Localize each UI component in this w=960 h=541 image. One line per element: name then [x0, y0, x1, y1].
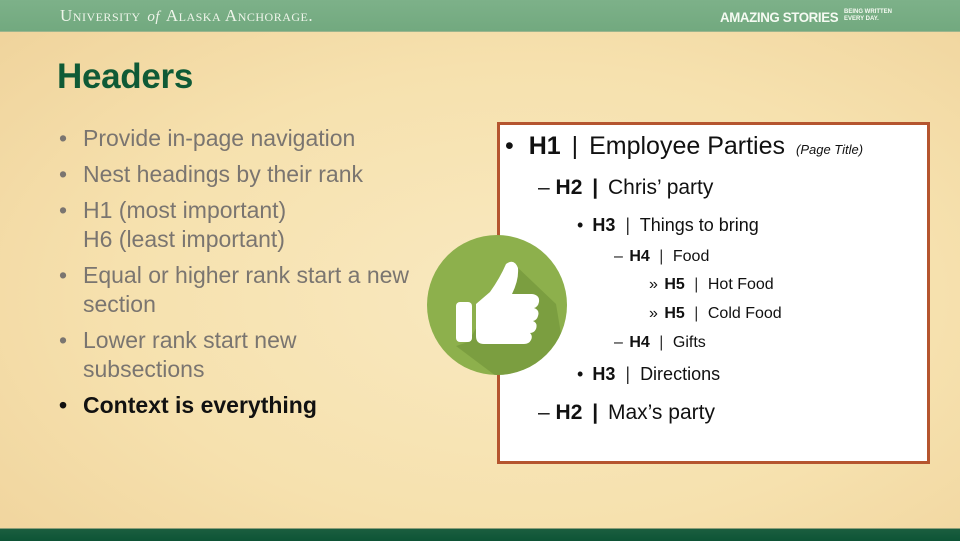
outline-level: H2 — [555, 176, 583, 199]
outline-h2: – H2 | Max’s party — [538, 401, 715, 425]
logo-university: University — [60, 6, 141, 25]
bullet-item: Lower rank start new subsections — [57, 326, 373, 384]
outline-separator: | — [659, 248, 664, 265]
outline-separator: | — [694, 276, 699, 293]
outline-separator: | — [659, 334, 664, 351]
outline-marker: – — [614, 248, 623, 265]
outline-separator: | — [592, 401, 599, 424]
outline-text: Hot Food — [707, 276, 774, 293]
outline-separator: | — [571, 132, 579, 160]
outline-level: H4 — [629, 334, 650, 351]
thumb-cuff — [456, 302, 472, 342]
bullet-item: H1 (most important) H6 (least important) — [57, 196, 313, 254]
outline-separator: | — [625, 215, 631, 235]
outline-note: (Page Title) — [795, 142, 864, 157]
tagline: AMAZING STORIES — [720, 9, 839, 25]
outline-marker: – — [538, 176, 550, 199]
slide-title: Headers — [57, 57, 194, 96]
logo-of: of — [147, 9, 161, 25]
outline-separator: | — [625, 364, 631, 384]
outline-level: H5 — [664, 305, 685, 322]
outline-h4: – H4 | Gifts — [614, 334, 706, 352]
header-bar: University of Alaska Anchorage. AMAZING … — [0, 0, 960, 32]
outline-text: Gifts — [672, 334, 706, 351]
outline-marker: • — [577, 215, 584, 235]
outline-h1: • H1 | Employee Parties (Page Title) — [505, 132, 863, 161]
outline-level: H4 — [629, 248, 650, 265]
outline-text: Directions — [640, 364, 721, 384]
bullet-list: Provide in-page navigation Nest headings… — [57, 124, 427, 427]
tagline-small: BEING WRITTEN EVERY DAY. — [844, 9, 892, 22]
outline-h5: » H5 | Hot Food — [649, 276, 774, 294]
outline-marker: – — [538, 401, 550, 424]
bullet-item: Equal or higher rank start a new section — [57, 261, 427, 319]
outline-h5: » H5 | Cold Food — [649, 305, 782, 323]
outline-separator: | — [592, 176, 599, 199]
outline-text: Food — [672, 248, 710, 265]
outline-h3: • H3 | Things to bring — [577, 215, 759, 236]
outline-text: Employee Parties — [589, 132, 786, 160]
thumbs-up-icon — [427, 235, 567, 375]
outline-level: H1 — [528, 132, 561, 160]
logo-mark: . — [308, 6, 314, 25]
outline-marker: • — [505, 132, 514, 160]
outline-h4: – H4 | Food — [614, 248, 709, 266]
bullet-item-emphasis: Context is everything — [57, 391, 427, 420]
outline-text: Max’s party — [607, 401, 715, 424]
outline-separator: | — [694, 305, 699, 322]
outline-text: Chris’ party — [607, 176, 714, 199]
outline-text: Things to bring — [639, 215, 759, 235]
outline-level: H3 — [592, 364, 616, 384]
outline-level: H5 — [664, 276, 685, 293]
outline-marker: » — [649, 305, 658, 322]
outline-marker: » — [649, 276, 658, 293]
bullet-item: Provide in-page navigation — [57, 124, 427, 153]
outline-marker: • — [577, 364, 584, 384]
outline-h2: – H2 | Chris’ party — [538, 176, 713, 200]
logo-alaska-anchorage: Alaska Anchorage — [165, 6, 309, 25]
bullet-item: Nest headings by their rank — [57, 160, 427, 189]
outline-level: H2 — [555, 401, 583, 424]
footer-bar — [0, 528, 960, 541]
outline-marker: – — [614, 334, 623, 351]
outline-level: H3 — [592, 215, 616, 235]
university-logo: University of Alaska Anchorage. — [60, 6, 313, 26]
outline-text: Cold Food — [707, 305, 782, 322]
outline-h3: • H3 | Directions — [577, 364, 720, 385]
